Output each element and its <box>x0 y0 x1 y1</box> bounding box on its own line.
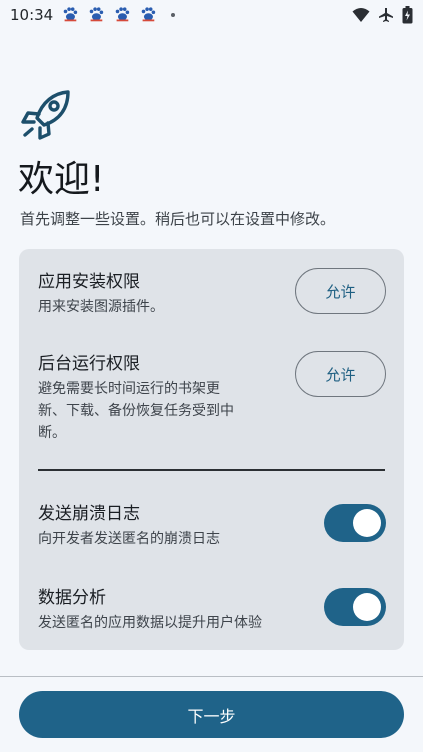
system-status-icons <box>352 6 413 24</box>
more-notifications-dot-icon <box>171 13 176 17</box>
section-divider <box>38 469 385 471</box>
paw-notification-icon <box>63 7 78 22</box>
install-permission-row: 应用安装权限 用来安装图源插件。 允许 <box>38 267 386 327</box>
paw-notification-icon <box>141 7 156 22</box>
settings-card: 应用安装权限 用来安装图源插件。 允许 后台运行权限 避免需要长时间运行的书架更… <box>19 249 404 650</box>
paw-notification-icon <box>89 7 104 22</box>
toggle-knob <box>353 593 381 621</box>
battery-charging-icon <box>402 6 413 24</box>
status-bar: 10:34 <box>0 0 423 30</box>
rocket-icon <box>21 90 70 140</box>
analytics-toggle[interactable] <box>324 588 386 626</box>
airplane-mode-icon <box>379 8 393 22</box>
notification-icons <box>61 6 176 24</box>
background-permission-row: 后台运行权限 避免需要长时间运行的书架更 新、下载、备份恢复任务受到中 断。 允… <box>38 349 386 449</box>
onboarding-screen: 10:34 欢迎! 首先调整一些设置。稍后也可以在设置中修改。 应用安装权限 用… <box>0 0 423 752</box>
footer-divider <box>0 676 423 677</box>
install-permission-allow-button[interactable]: 允许 <box>295 268 386 314</box>
status-time: 10:34 <box>10 6 54 24</box>
next-button[interactable]: 下一步 <box>19 691 404 738</box>
page-subtitle: 首先调整一些设置。稍后也可以在设置中修改。 <box>20 210 336 228</box>
analytics-row[interactable]: 数据分析 发送匿名的应用数据以提升用户体验 <box>38 583 386 633</box>
description-line: 新、下载、备份恢复任务受到中 <box>38 403 234 419</box>
paw-notification-icon <box>115 7 130 22</box>
background-permission-allow-button[interactable]: 允许 <box>295 351 386 397</box>
wifi-icon <box>352 8 370 22</box>
crash-log-toggle[interactable] <box>324 504 386 542</box>
description-line: 断。 <box>38 425 66 441</box>
crash-log-row[interactable]: 发送崩溃日志 向开发者发送匿名的崩溃日志 <box>38 499 386 549</box>
page-title: 欢迎! <box>18 159 105 200</box>
toggle-knob <box>353 509 381 537</box>
